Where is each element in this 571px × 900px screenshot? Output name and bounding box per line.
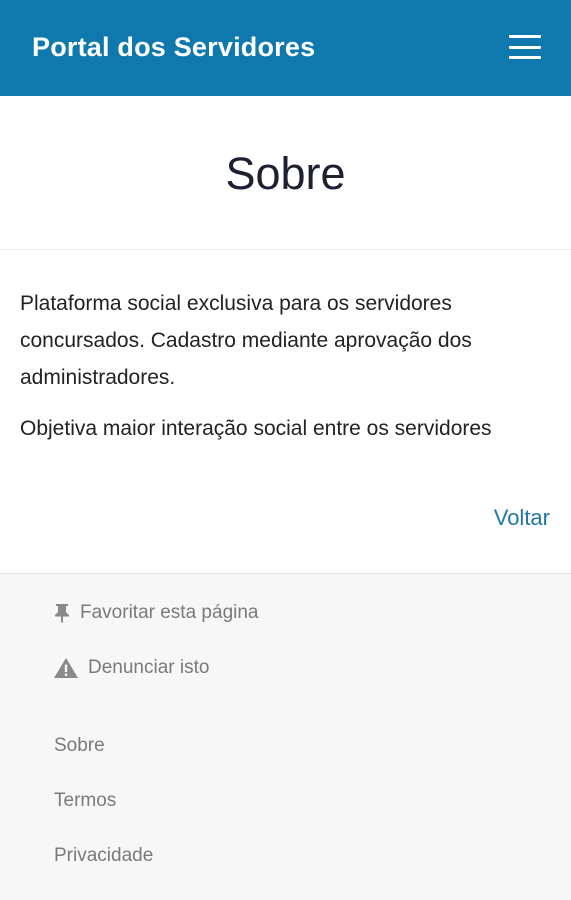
favorite-page-button[interactable]: Favoritar esta página — [53, 602, 259, 624]
about-paragraph: Plataforma social exclusiva para os serv… — [20, 292, 472, 389]
top-bar: Portal dos Servidores — [0, 0, 571, 96]
favorite-label: Favoritar esta página — [80, 602, 259, 623]
page-title: Sobre — [225, 147, 346, 199]
back-link[interactable]: Voltar — [494, 505, 550, 531]
about-paragraph: Objetiva maior interação social entre os… — [20, 417, 492, 440]
footer: Favoritar esta página Denunciar isto Sob… — [0, 573, 571, 900]
pin-icon — [53, 603, 71, 623]
about-content: Plataforma social exclusiva para os serv… — [0, 251, 571, 573]
footer-link-privacidade[interactable]: Privacidade — [54, 845, 153, 867]
menu-line — [509, 56, 541, 59]
menu-line — [509, 35, 541, 38]
hamburger-menu-icon[interactable] — [509, 35, 541, 59]
report-label: Denunciar isto — [88, 657, 210, 678]
menu-line — [509, 45, 541, 49]
app-title[interactable]: Portal dos Servidores — [32, 32, 315, 63]
page-header: Sobre — [0, 96, 571, 250]
footer-link-termos[interactable]: Termos — [54, 790, 116, 812]
footer-link-sobre[interactable]: Sobre — [54, 735, 105, 757]
warning-icon — [53, 657, 79, 679]
report-button[interactable]: Denunciar isto — [53, 657, 209, 679]
